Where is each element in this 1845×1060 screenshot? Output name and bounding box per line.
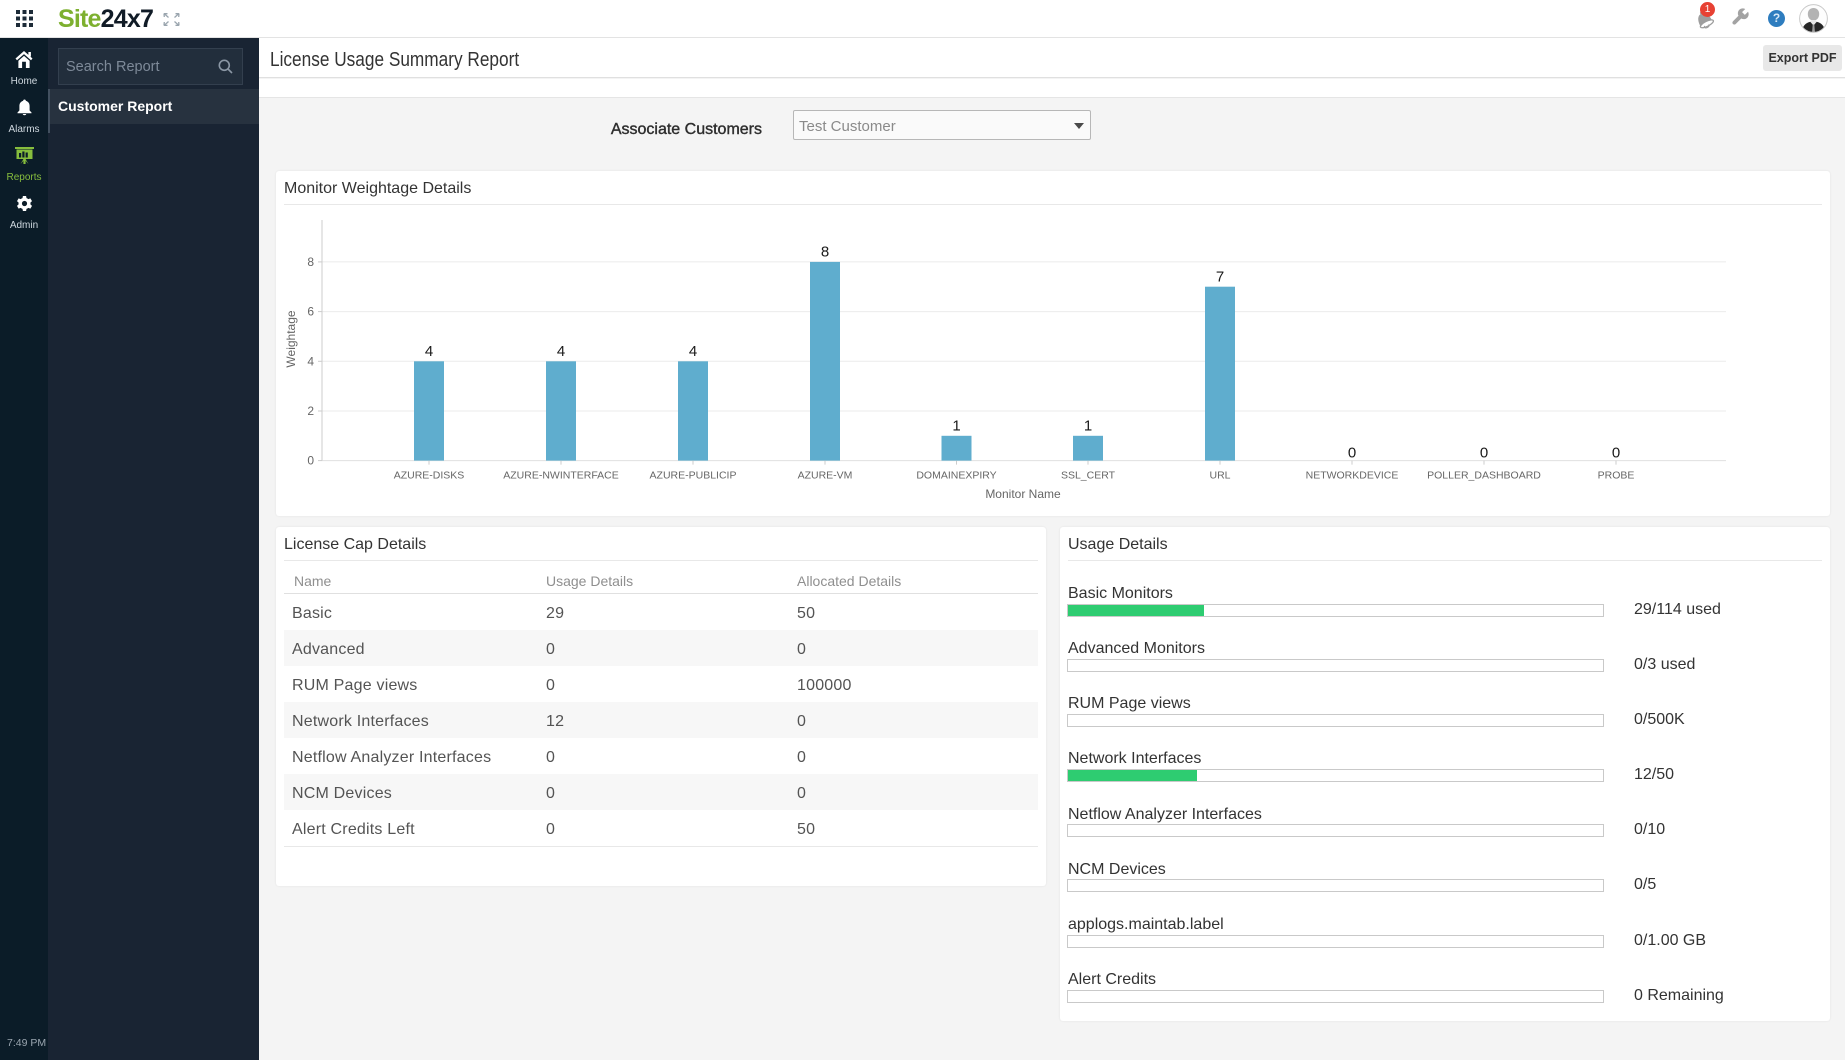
svg-text:4: 4 bbox=[557, 343, 565, 360]
svg-text:7: 7 bbox=[1216, 268, 1224, 285]
svg-text:PROBE: PROBE bbox=[1598, 470, 1635, 482]
svg-text:4: 4 bbox=[689, 343, 697, 360]
svg-text:AZURE-PUBLICIP: AZURE-PUBLICIP bbox=[650, 470, 737, 482]
svg-text:8: 8 bbox=[821, 244, 829, 261]
svg-text:SSL_CERT: SSL_CERT bbox=[1061, 470, 1116, 482]
svg-text:AZURE-DISKS: AZURE-DISKS bbox=[394, 470, 465, 482]
svg-text:Weightage: Weightage bbox=[284, 310, 298, 367]
svg-text:4: 4 bbox=[307, 354, 314, 368]
svg-text:1: 1 bbox=[952, 418, 960, 435]
svg-text:NETWORKDEVICE: NETWORKDEVICE bbox=[1306, 470, 1399, 482]
svg-text:4: 4 bbox=[425, 343, 433, 360]
svg-text:6: 6 bbox=[307, 305, 314, 319]
svg-text:0: 0 bbox=[1612, 445, 1620, 462]
svg-text:AZURE-NWINTERFACE: AZURE-NWINTERFACE bbox=[503, 470, 619, 482]
svg-text:0: 0 bbox=[1480, 445, 1488, 462]
svg-text:URL: URL bbox=[1209, 470, 1230, 482]
svg-text:2: 2 bbox=[307, 404, 314, 418]
svg-text:0: 0 bbox=[307, 454, 314, 468]
svg-text:DOMAINEXPIRY: DOMAINEXPIRY bbox=[916, 470, 996, 482]
svg-text:8: 8 bbox=[307, 255, 314, 269]
svg-text:Monitor Name: Monitor Name bbox=[985, 487, 1061, 501]
svg-text:AZURE-VM: AZURE-VM bbox=[798, 470, 853, 482]
svg-text:0: 0 bbox=[1348, 445, 1356, 462]
svg-text:POLLER_DASHBOARD: POLLER_DASHBOARD bbox=[1427, 470, 1541, 482]
svg-text:1: 1 bbox=[1084, 418, 1092, 435]
